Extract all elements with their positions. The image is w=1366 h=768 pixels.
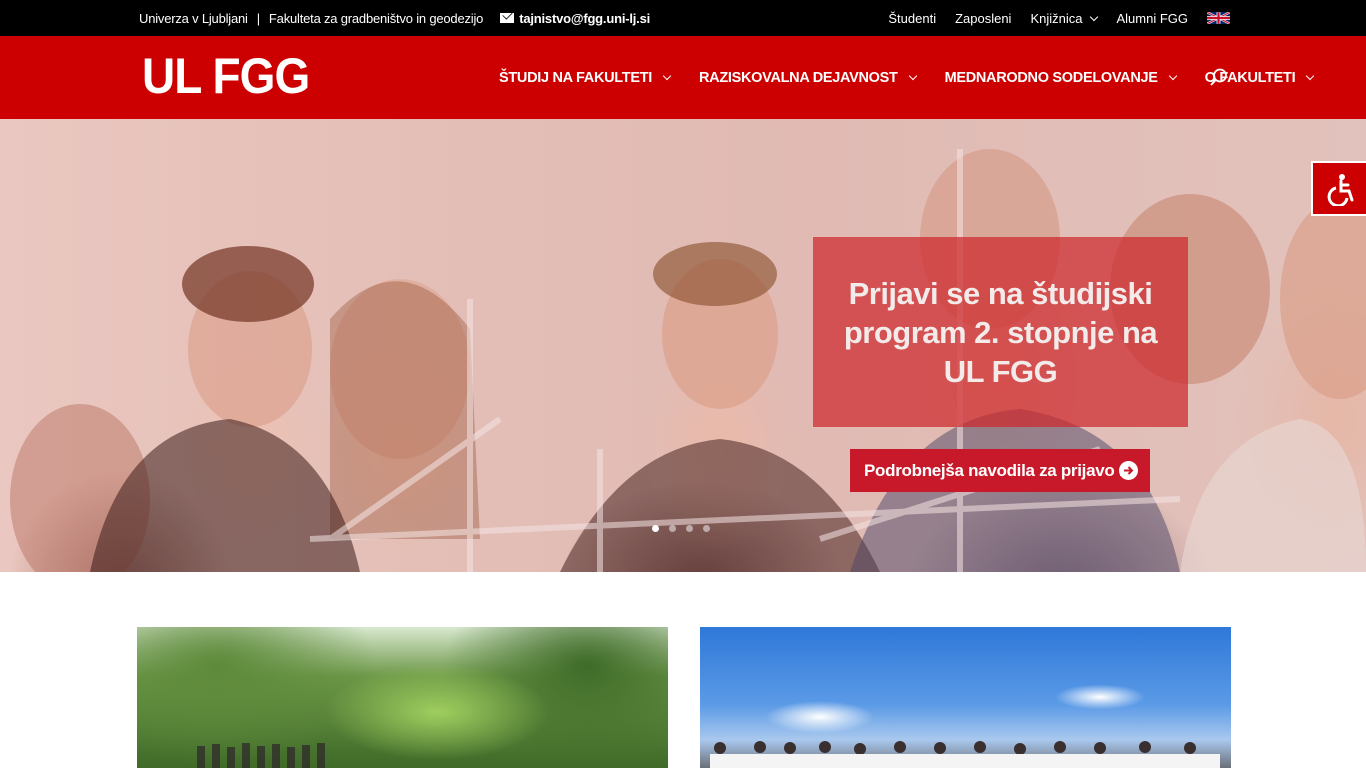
hero-cta-label: Podrobnejša navodila za prijavo ...: [864, 460, 1133, 480]
knjiznica-link[interactable]: Knjižnica: [1030, 10, 1099, 26]
separator: |: [256, 10, 260, 26]
slider-dot-1[interactable]: [652, 525, 659, 532]
nav-raziskovalna[interactable]: RAZISKOVALNA DEJAVNOST: [699, 69, 917, 86]
hero-slider: Prijavi se na študijski program 2. stopn…: [0, 119, 1366, 572]
faculty-link[interactable]: Fakulteta za gradbeništvo in geodezijo: [269, 11, 483, 26]
slider-dot-4[interactable]: [703, 525, 710, 532]
news-card-image-nature[interactable]: [137, 627, 668, 768]
email-text: tajnistvo@fgg.uni-lj.si: [519, 10, 651, 26]
alumni-link[interactable]: Alumni FGG: [1116, 11, 1188, 26]
slider-dot-3[interactable]: [686, 525, 693, 532]
nav-studij[interactable]: ŠTUDIJ NA FAKULTETI: [499, 69, 672, 86]
accessibility-button[interactable]: [1311, 161, 1366, 216]
top-bar: Univerza v Ljubljani | Fakulteta za grad…: [0, 0, 1366, 36]
envelope-icon: [500, 13, 515, 23]
chevron-down-icon: [1168, 71, 1177, 81]
group-photo-silhouettes: [710, 741, 1220, 768]
university-link[interactable]: Univerza v Ljubljani: [139, 11, 248, 26]
chevron-down-icon: [1306, 71, 1315, 81]
arrow-right-icon: [1119, 461, 1138, 480]
search-icon[interactable]: [1210, 68, 1228, 86]
main-header: UL FGG ŠTUDIJ NA FAKULTETI RAZISKOVALNA …: [0, 36, 1366, 119]
group-photo-silhouettes: [197, 743, 325, 768]
slider-dot-2[interactable]: [669, 525, 676, 532]
slider-dots: [652, 525, 710, 532]
studenti-link[interactable]: Študenti: [888, 11, 936, 26]
nav-mednarodno[interactable]: MEDNARODNO SODELOVANJE: [944, 69, 1177, 86]
nav-label: ŠTUDIJ NA FAKULTETI: [499, 69, 652, 86]
zaposleni-link[interactable]: Zaposleni: [955, 11, 1011, 26]
nav-label: MEDNARODNO SODELOVANJE: [944, 69, 1158, 86]
uk-flag-icon[interactable]: [1207, 12, 1230, 24]
wheelchair-icon: [1327, 173, 1353, 206]
nav-label: RAZISKOVALNA DEJAVNOST: [699, 69, 898, 86]
hero-caption-box: Prijavi se na študijski program 2. stopn…: [813, 237, 1188, 427]
hero-title: Prijavi se na študijski program 2. stopn…: [843, 275, 1158, 389]
chevron-down-icon: [908, 71, 917, 81]
news-card-image-group[interactable]: [700, 627, 1231, 768]
email-link[interactable]: tajnistvo@fgg.uni-lj.si: [500, 11, 650, 26]
knjiznica-label: Knjižnica: [1030, 10, 1083, 26]
chevron-down-icon: [662, 71, 672, 81]
site-logo[interactable]: UL FGG: [142, 50, 310, 102]
chevron-down-icon: [1090, 12, 1099, 21]
hero-cta-button[interactable]: Podrobnejša navodila za prijavo ...: [850, 449, 1150, 492]
